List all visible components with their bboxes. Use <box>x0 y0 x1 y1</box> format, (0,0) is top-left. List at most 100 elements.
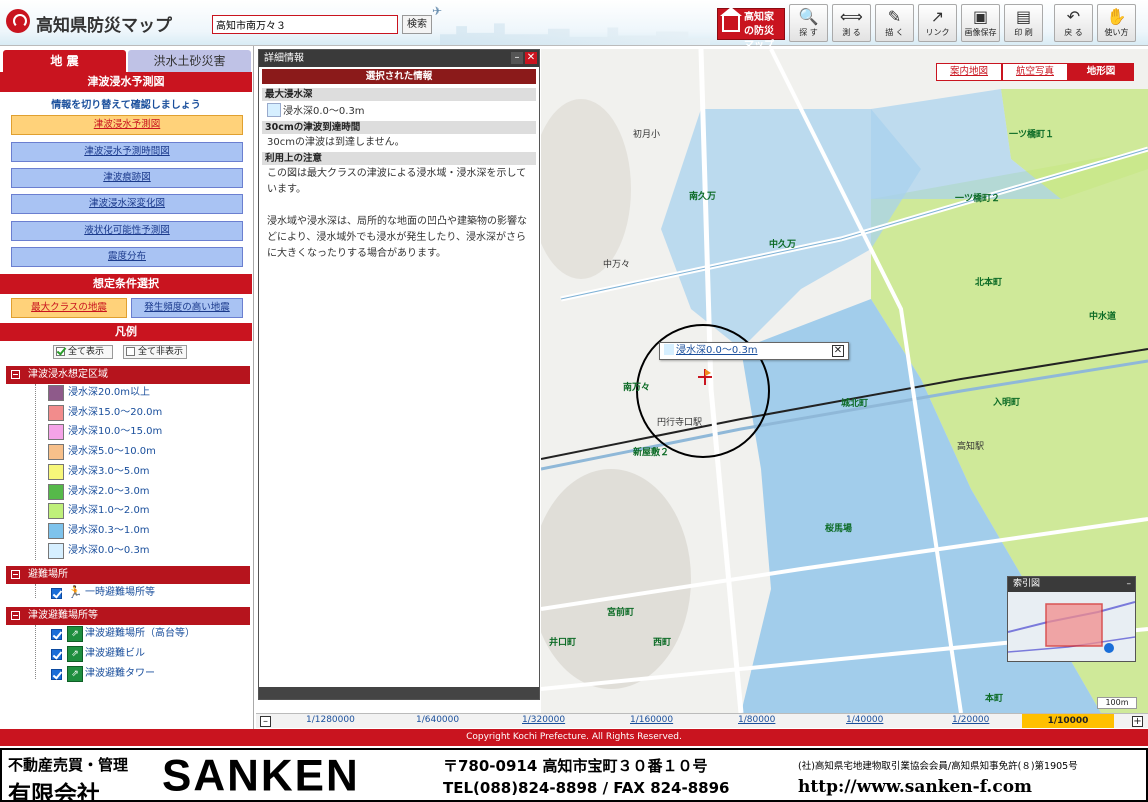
zoom-scale-level[interactable]: 1/10000 <box>1022 714 1114 728</box>
app-logo-icon <box>6 9 30 33</box>
show-all-button[interactable]: 全て表示 <box>53 345 113 359</box>
group-tsunami-shelter[interactable]: 津波避難場所等 <box>6 607 250 625</box>
legend-label: 浸水深20.0m以上 <box>68 387 151 398</box>
map-place-label: 北本町 <box>975 278 1003 288</box>
zoom-scale-level[interactable]: 1/1280000 <box>306 715 355 725</box>
map-button-seismic-intensity[interactable]: 震度分布 <box>11 247 243 267</box>
tool-button-2[interactable]: ✎ 描 く <box>875 4 914 42</box>
search-button[interactable]: 検索 <box>402 15 432 34</box>
minimize-icon[interactable]: – <box>1127 577 1132 592</box>
map-tab-aerial[interactable]: 航空写真 <box>1002 63 1068 81</box>
tool-button-7[interactable]: ✋ 使い方 <box>1097 4 1136 42</box>
depth-swatch <box>267 103 281 117</box>
checkbox-checked-icon[interactable] <box>51 588 62 599</box>
layer-tsunami-tower[interactable]: ⇗ 津波避難タワー <box>51 665 155 683</box>
map-button-tsunami-trace[interactable]: 津波痕跡図 <box>11 168 243 188</box>
zoom-scale-level[interactable]: 1/160000 <box>630 715 673 725</box>
depth-swatch <box>664 344 674 355</box>
legend-swatch <box>48 424 64 441</box>
legend-item[interactable]: 浸水深10.0～15.0m <box>48 423 162 441</box>
max-depth-label: 最大浸水深 <box>262 88 536 101</box>
note-paragraph-1: この図は最大クラスの津波による浸水域・浸水深を示しています。 <box>267 168 527 195</box>
arrival-label: 30cmの津波到達時間 <box>262 121 536 134</box>
group-shelter[interactable]: 避難場所 <box>6 566 250 584</box>
checkbox-checked-icon[interactable] <box>51 649 62 660</box>
tool-button-5[interactable]: ▤ 印 刷 <box>1004 4 1043 42</box>
layer-tsunami-high-ground[interactable]: ⇗ 津波避難場所（高台等） <box>51 625 195 643</box>
zoom-scale-level[interactable]: 1/80000 <box>738 715 775 725</box>
checkbox-checked-icon[interactable] <box>51 669 62 680</box>
map-button-depth-change[interactable]: 津波浸水深変化図 <box>11 194 243 214</box>
map-tab-guide[interactable]: 案内地図 <box>936 63 1002 81</box>
minimize-icon[interactable]: – <box>511 52 523 64</box>
tool-button-3[interactable]: ↗ リンク <box>918 4 957 42</box>
checkbox-icon <box>126 347 135 356</box>
condition-frequent[interactable]: 発生頻度の高い地震 <box>131 298 243 318</box>
legend-item[interactable]: 浸水深20.0m以上 <box>48 384 150 402</box>
advert-banner: 不動産売買・管理 有限会社 SANKEN 〒780-0914 高知市宝町３０番１… <box>0 748 1148 802</box>
map-tab-terrain[interactable]: 地形図 <box>1068 63 1134 81</box>
condition-max-class[interactable]: 最大クラスの地震 <box>11 298 127 318</box>
tool-button-6[interactable]: ↶ 戻 る <box>1054 4 1093 42</box>
search-input[interactable] <box>212 15 398 34</box>
tab-earthquake[interactable]: 地 震 <box>3 50 126 72</box>
scale-bar: 100m <box>1097 697 1137 709</box>
layer-temp-shelter[interactable]: 🏃 一時避難場所等 <box>51 584 155 602</box>
map-place-label: 円行寺口駅 <box>657 418 703 428</box>
info-note: 情報を切り替えて確認しましょう <box>51 100 201 111</box>
note-paragraph-2: 浸水域や浸水深は、局所的な地面の凹凸や建築物の影響などにより、浸水域外でも浸水が… <box>267 216 527 259</box>
home-map-button[interactable]: 高知家の防災マップ <box>717 7 785 51</box>
collapse-icon[interactable] <box>11 370 20 379</box>
tool-button-1[interactable]: ⟺ 測 る <box>832 4 871 42</box>
map-place-label: 城北町 <box>841 399 869 409</box>
map-place-label: 南万々 <box>623 383 651 393</box>
zoom-out-icon[interactable]: – <box>260 716 271 727</box>
index-map[interactable]: 索引図 – <box>1007 576 1136 662</box>
zoom-scale-level[interactable]: 1/40000 <box>846 715 883 725</box>
map-popup[interactable]: 浸水深0.0～0.3m ✕ <box>659 342 849 360</box>
tool-button-0[interactable]: 🔍 探 す <box>789 4 828 42</box>
zoom-scale-level[interactable]: 1/640000 <box>416 715 459 725</box>
close-icon[interactable]: ✕ <box>525 52 537 64</box>
map-button-tsunami-inundation[interactable]: 津波浸水予測図 <box>11 115 243 135</box>
map-place-label: 中久万 <box>769 240 797 250</box>
legend-item[interactable]: 浸水深2.0～3.0m <box>48 483 150 501</box>
tool-button-4[interactable]: ▣ 画像保存 <box>961 4 1000 42</box>
legend-label: 浸水深3.0～5.0m <box>68 465 150 477</box>
collapse-icon[interactable] <box>11 611 20 620</box>
legend-label: 浸水深5.0～10.0m <box>68 446 156 458</box>
zoom-scale-level[interactable]: 1/320000 <box>522 715 565 725</box>
zoom-in-icon[interactable]: + <box>1132 716 1143 727</box>
close-icon[interactable]: ✕ <box>832 345 844 357</box>
group-shelter-label: 避難場所 <box>28 569 68 580</box>
legend-item[interactable]: 浸水深0.3～1.0m <box>48 522 150 540</box>
measure-icon: ⟺ <box>840 7 863 26</box>
hide-all-button[interactable]: 全て非表示 <box>123 345 187 359</box>
collapse-icon[interactable] <box>11 570 20 579</box>
zoom-scale-level[interactable]: 1/20000 <box>952 715 989 725</box>
legend-item[interactable]: 浸水深0.0～0.3m <box>48 542 150 560</box>
legend-item[interactable]: 浸水深15.0～20.0m <box>48 404 162 422</box>
popup-link[interactable]: 浸水深0.0～0.3m <box>676 345 758 356</box>
skyline-decoration <box>440 23 710 45</box>
index-map-view[interactable] <box>1007 592 1136 661</box>
max-depth-text: 浸水深0.0～0.3m <box>283 106 365 117</box>
checkbox-checked-icon[interactable] <box>51 629 62 640</box>
legend-item[interactable]: 浸水深3.0～5.0m <box>48 463 150 481</box>
map-button-tsunami-time[interactable]: 津波浸水予測時間図 <box>11 142 243 162</box>
map-place-label: 一ツ橋町２ <box>955 194 1001 204</box>
tab-flood-landslide[interactable]: 洪水土砂災害 <box>128 50 251 72</box>
legend-swatch <box>48 404 64 421</box>
legend-swatch <box>48 385 64 401</box>
header: 高知県防災マップ 検索 ✈ 高知家の防災マップ 🔍 探 す ⟺ 測 る ✎ 描 く ↗ リンク… <box>0 0 1148 51</box>
map-place-label: 井口町 <box>549 638 577 648</box>
legend-item[interactable]: 浸水深5.0～10.0m <box>48 443 156 461</box>
layer-tsunami-building-label: 津波避難ビル <box>85 648 145 659</box>
zoom-bar: – 1/1280000 1/640000 1/320000 1/160000 1/800… <box>256 713 1148 728</box>
legend-swatch <box>48 463 64 480</box>
legend-item[interactable]: 浸水深1.0～2.0m <box>48 502 150 520</box>
tool-label: 戻 る <box>1064 28 1083 37</box>
layer-tsunami-building[interactable]: ⇗ 津波避難ビル <box>51 645 145 663</box>
map-button-liquefaction[interactable]: 液状化可能性予測図 <box>11 221 243 241</box>
group-tsunami-zone[interactable]: 津波浸水想定区域 <box>6 366 250 384</box>
